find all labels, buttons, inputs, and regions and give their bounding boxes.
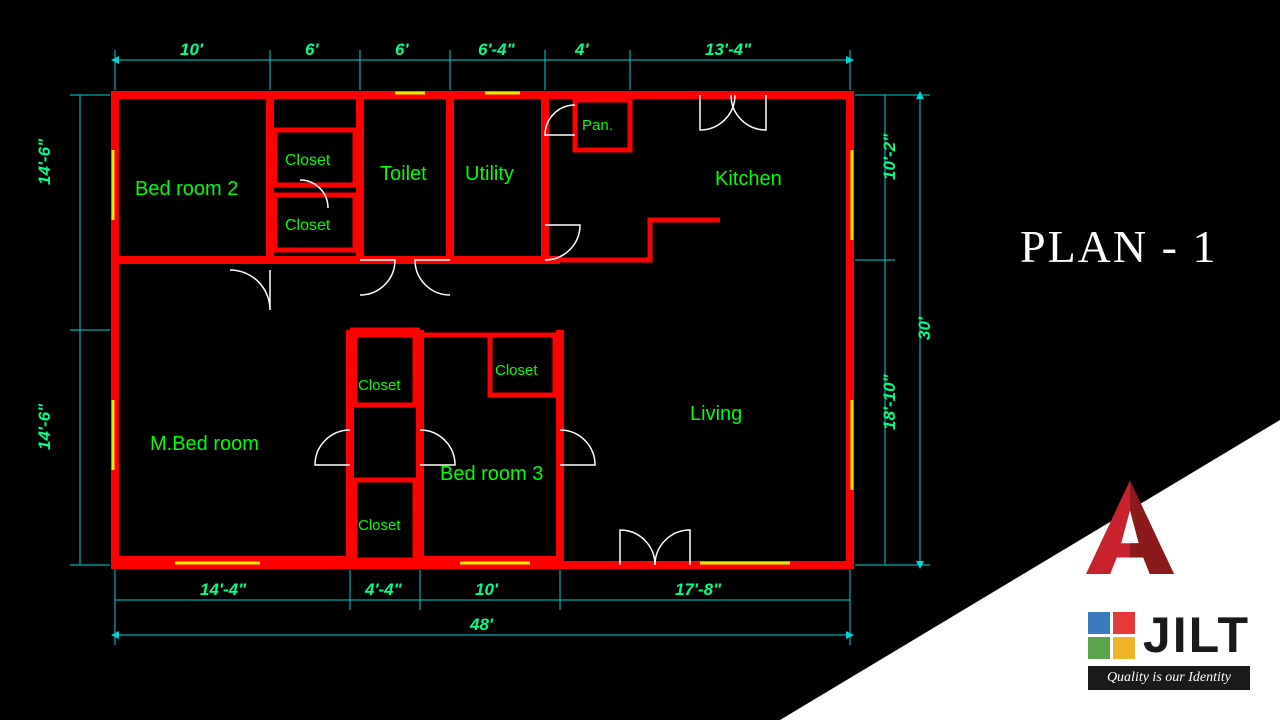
svg-text:Closet: Closet [285, 217, 331, 234]
svg-text:Pan.: Pan. [582, 117, 613, 134]
jilt-squares-icon [1088, 612, 1135, 659]
jilt-tagline: Quality is our Identity [1088, 666, 1250, 690]
room-labels: Bed room 2 Closet Closet Toilet Utility … [135, 117, 782, 534]
jilt-text: JILT [1143, 606, 1250, 664]
svg-text:30': 30' [915, 316, 934, 340]
svg-text:Living: Living [690, 403, 742, 425]
svg-text:13'-4": 13'-4" [705, 40, 752, 59]
svg-text:M.Bed room: M.Bed room [150, 433, 259, 455]
svg-text:Closet: Closet [285, 152, 331, 169]
svg-text:Kitchen: Kitchen [715, 168, 782, 190]
svg-text:10': 10' [180, 40, 204, 59]
svg-text:4'-4": 4'-4" [364, 580, 403, 599]
svg-text:17'-8": 17'-8" [675, 580, 722, 599]
svg-text:Bed room 3: Bed room 3 [440, 463, 543, 485]
svg-text:14'-4": 14'-4" [200, 580, 247, 599]
svg-text:10': 10' [475, 580, 499, 599]
svg-text:6': 6' [395, 40, 409, 59]
svg-text:14'-6": 14'-6" [35, 138, 54, 185]
autocad-logo-icon [1075, 475, 1185, 590]
svg-text:Closet: Closet [358, 377, 401, 394]
svg-text:Toilet: Toilet [380, 163, 427, 185]
plan-title: PLAN - 1 [1020, 220, 1217, 273]
svg-text:6': 6' [305, 40, 319, 59]
svg-text:Bed room 2: Bed room 2 [135, 178, 238, 200]
svg-text:10'-2": 10'-2" [880, 133, 899, 180]
jilt-logo: JILT Quality is our Identity [1088, 606, 1250, 690]
svg-text:Closet: Closet [495, 362, 538, 379]
svg-text:4': 4' [574, 40, 589, 59]
svg-text:6'-4": 6'-4" [478, 40, 516, 59]
svg-text:Utility: Utility [465, 163, 514, 185]
svg-text:14'-6": 14'-6" [35, 403, 54, 450]
svg-text:48': 48' [469, 615, 494, 634]
svg-text:Closet: Closet [358, 517, 401, 534]
